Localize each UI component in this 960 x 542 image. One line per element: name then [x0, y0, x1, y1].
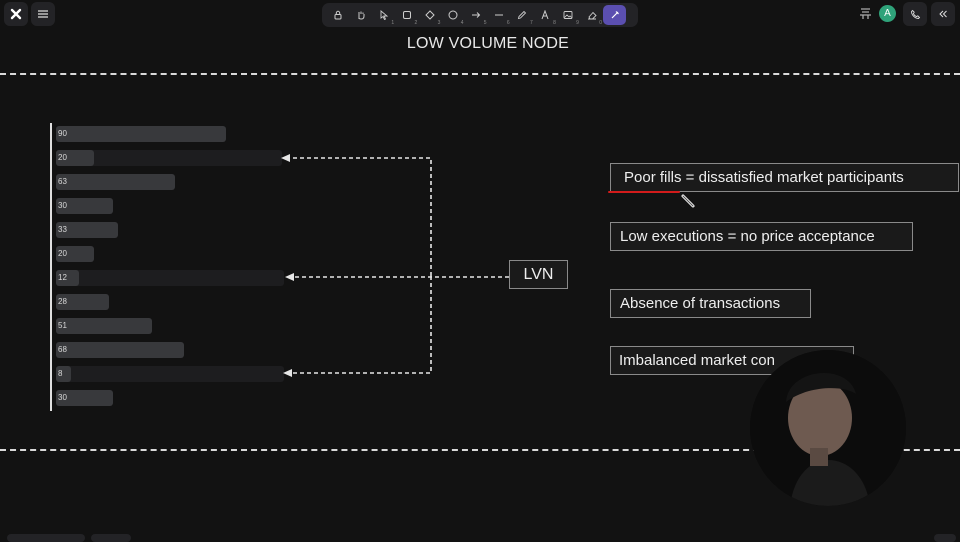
lvn-label: LVN [523, 265, 554, 283]
lvn-box: LVN [509, 260, 568, 289]
laser-cursor-icon [681, 194, 695, 208]
note-absence-transactions: Absence of transactions [610, 289, 811, 318]
presenter-silhouette [750, 350, 906, 506]
red-underline [608, 191, 680, 193]
note-text: Absence of transactions [620, 295, 781, 312]
note-text: Poor fills = dissatisfied market partici… [624, 169, 904, 186]
note-text: Low executions = no price acceptance [620, 228, 875, 245]
note-poor-fills: Poor fills = dissatisfied market partici… [610, 163, 959, 192]
bottom-tab-right[interactable] [934, 534, 956, 542]
arrowhead-middle [285, 273, 294, 281]
connector-bottom [291, 276, 432, 374]
connector-top [290, 157, 432, 276]
bottom-tab-left[interactable] [7, 534, 85, 542]
webcam-video [750, 350, 906, 506]
note-low-executions: Low executions = no price acceptance [610, 222, 913, 251]
note-text: Imbalanced market con [619, 352, 775, 369]
arrowhead-top [281, 154, 290, 162]
bottom-tab-second[interactable] [91, 534, 131, 542]
arrowhead-bottom [283, 369, 292, 377]
